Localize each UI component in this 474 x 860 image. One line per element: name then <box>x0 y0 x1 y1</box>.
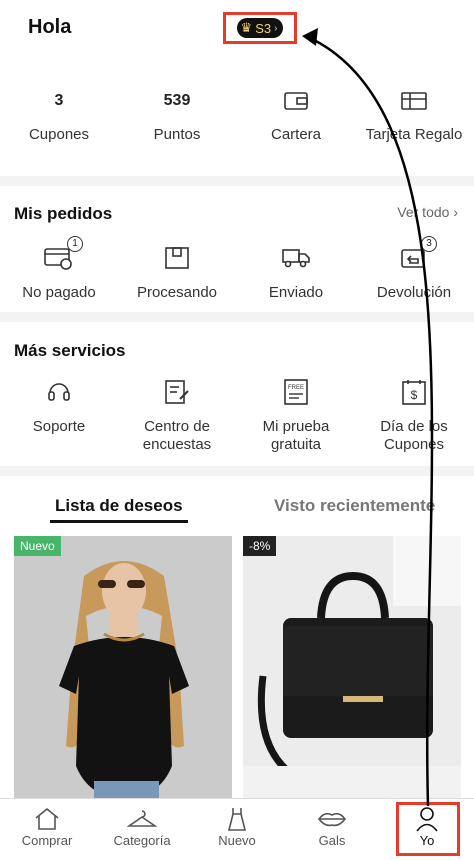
highlight-box-yo <box>396 802 460 856</box>
stat-value: 3 <box>54 92 64 109</box>
service-label-line2: Cupones <box>383 436 445 453</box>
service-survey-center[interactable]: Centro de encuestas <box>118 378 236 454</box>
order-processing[interactable]: Procesando <box>118 244 236 302</box>
box-icon <box>118 244 236 272</box>
nav-gals[interactable]: Gals <box>285 805 379 848</box>
stat-label: Cartera <box>270 126 322 143</box>
orders-title: Mis pedidos <box>14 204 113 223</box>
truck-icon <box>237 244 355 272</box>
hanger-icon <box>95 805 189 833</box>
unpaid-icon: 1 <box>0 236 118 272</box>
stat-tarjeta-regalo[interactable]: Tarjeta Regalo <box>355 92 473 143</box>
dress-icon <box>190 805 284 833</box>
badge-count: 1 <box>67 236 83 252</box>
divider <box>0 466 474 476</box>
product-tag: -8% <box>243 536 277 556</box>
tab-recently-viewed[interactable]: Visto recientemente <box>274 496 435 516</box>
nav-label: Categoría <box>113 833 171 848</box>
coupon-day-icon: $ <box>355 378 473 406</box>
badge-count: 3 <box>421 236 437 252</box>
service-label-line1: Mi prueba <box>262 418 330 435</box>
product-image <box>243 536 461 798</box>
services-title: Más servicios <box>14 341 126 360</box>
order-unpaid[interactable]: 1 No pagado <box>0 236 118 302</box>
wallet-icon <box>237 92 355 112</box>
product-card-tshirt[interactable]: Nuevo <box>14 536 232 798</box>
product-card-handbag[interactable]: -8% <box>243 536 461 798</box>
order-return[interactable]: 3 Devolución <box>355 236 473 302</box>
return-icon: 3 <box>355 236 473 272</box>
order-label: Enviado <box>268 284 324 301</box>
tab-wishlist[interactable]: Lista de deseos <box>55 496 183 516</box>
order-shipped[interactable]: Enviado <box>237 244 355 302</box>
chevron-right-icon: › <box>453 204 458 220</box>
gift-card-icon <box>355 92 473 112</box>
free-trial-icon: FREE <box>237 378 355 406</box>
stat-cartera[interactable]: Cartera <box>237 92 355 143</box>
service-label-line2: gratuita <box>270 436 322 453</box>
nav-nuevo[interactable]: Nuevo <box>190 805 284 848</box>
order-label: Devolución <box>376 284 452 301</box>
stat-cupones[interactable]: 3 Cupones <box>0 92 118 143</box>
vip-badge-button[interactable]: ♛ S3 › <box>223 12 297 44</box>
service-label: Mi prueba gratuita <box>237 418 355 454</box>
product-tag: Nuevo <box>14 536 61 556</box>
service-label: Centro de encuestas <box>118 418 236 454</box>
lips-icon <box>285 805 379 833</box>
stat-label: Tarjeta Regalo <box>365 126 463 143</box>
page-greeting: Hola <box>28 16 72 38</box>
stat-value: 539 <box>163 92 191 109</box>
service-label-line1: Centro de <box>144 418 210 435</box>
stat-label: Puntos <box>153 126 201 143</box>
nav-label: Nuevo <box>218 833 256 848</box>
service-free-trial[interactable]: FREE Mi prueba gratuita <box>237 378 355 454</box>
order-label: No pagado <box>22 284 96 301</box>
service-label: Soporte <box>0 418 118 436</box>
view-all-orders-link[interactable]: Ver todo › <box>397 204 458 220</box>
nav-comprar[interactable]: Comprar <box>0 805 94 848</box>
svg-text:$: $ <box>411 388 418 402</box>
service-label: Día de los Cupones <box>355 418 473 454</box>
divider <box>0 176 474 186</box>
nav-categoria[interactable]: Categoría <box>95 805 189 848</box>
stat-puntos[interactable]: 539 Puntos <box>118 92 236 143</box>
service-label-line1: Soporte <box>32 418 86 435</box>
order-label: Procesando <box>136 284 218 301</box>
service-label-line1: Día de los <box>380 418 448 435</box>
nav-label: Comprar <box>21 833 73 848</box>
service-label-line2: encuestas <box>142 436 212 453</box>
divider <box>0 312 474 322</box>
vip-pill: ♛ S3 › <box>236 18 284 38</box>
survey-icon <box>118 378 236 406</box>
chevron-right-icon: › <box>274 22 278 34</box>
svg-text:FREE: FREE <box>288 385 304 391</box>
view-all-label: Ver todo <box>397 204 450 220</box>
crown-icon: ♛ <box>240 20 253 35</box>
home-icon <box>0 805 94 833</box>
service-coupon-day[interactable]: $ Día de los Cupones <box>355 378 473 454</box>
headset-icon <box>0 378 118 406</box>
vip-level: S3 <box>255 20 272 36</box>
product-image <box>14 536 232 798</box>
active-tab-indicator <box>50 520 188 523</box>
nav-label: Gals <box>318 833 346 848</box>
service-support[interactable]: Soporte <box>0 378 118 436</box>
stat-label: Cupones <box>28 126 90 143</box>
